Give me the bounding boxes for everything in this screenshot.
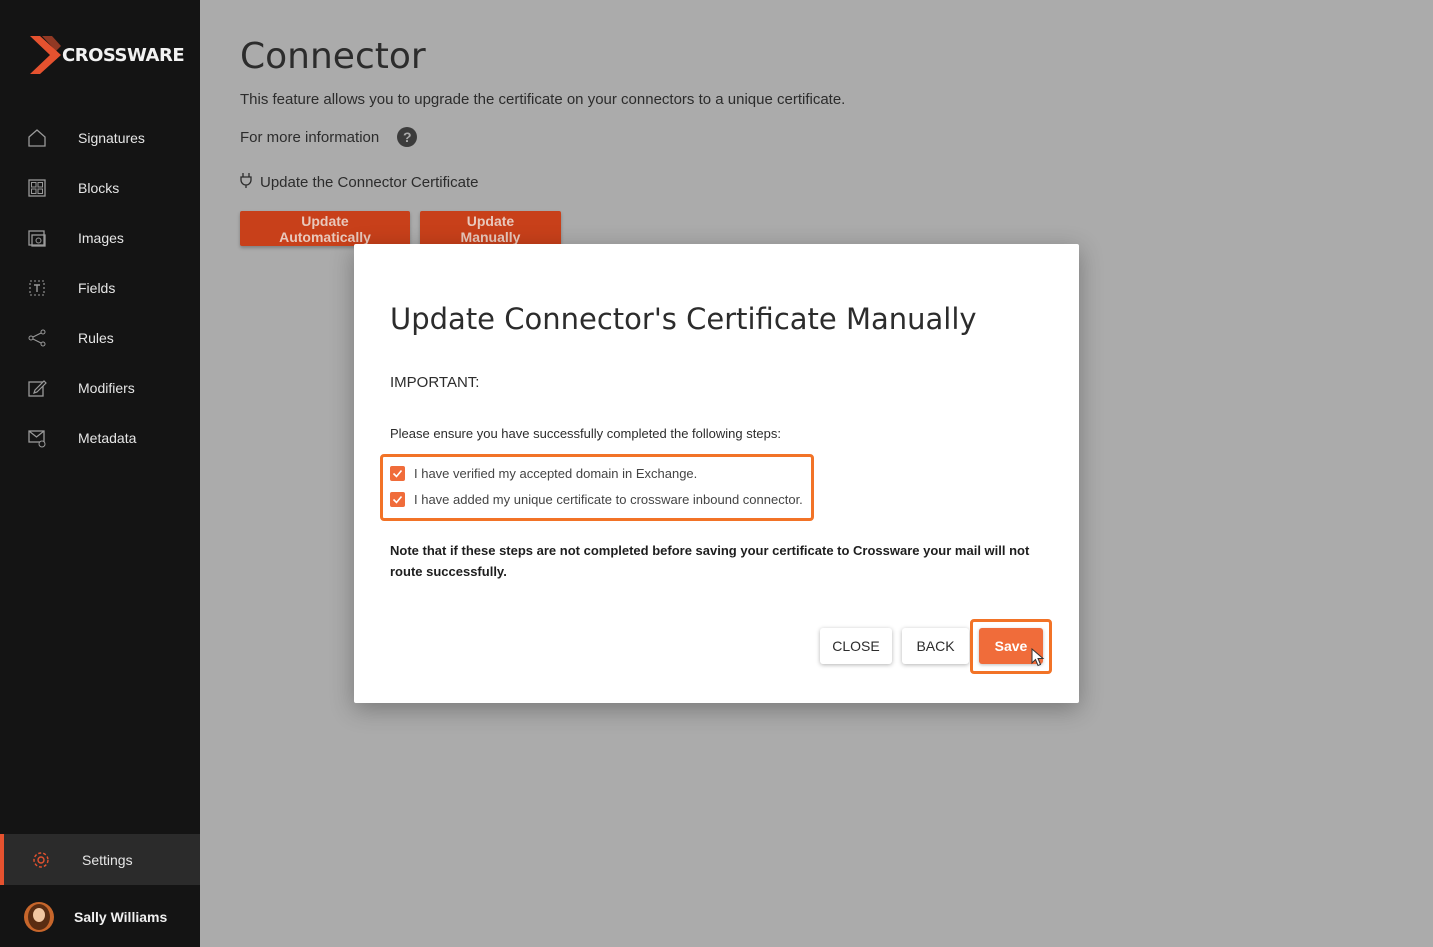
- checkbox-certificate-added[interactable]: I have added my unique certificate to cr…: [390, 492, 803, 507]
- sidebar-item-images[interactable]: Images: [0, 213, 200, 263]
- plug-icon: [240, 172, 252, 192]
- checklist-highlight: [380, 454, 814, 521]
- important-label: IMPORTANT:: [390, 374, 480, 391]
- rules-icon: [26, 327, 48, 349]
- sidebar-item-settings[interactable]: Settings: [0, 834, 200, 885]
- sidebar-nav: Signatures Blocks Images Fields Rules Mo…: [0, 113, 200, 463]
- page-title: Connector: [240, 36, 426, 77]
- sidebar-item-label: Signatures: [78, 130, 145, 146]
- more-info: For more information ?: [240, 127, 418, 147]
- sidebar-item-rules[interactable]: Rules: [0, 313, 200, 363]
- dialog-title: Update Connector's Certificate Manually: [390, 302, 977, 336]
- blocks-icon: [26, 177, 48, 199]
- user-name: Sally Williams: [74, 909, 168, 925]
- user-profile[interactable]: Sally Williams: [0, 895, 200, 939]
- close-button[interactable]: CLOSE: [820, 628, 892, 664]
- metadata-icon: [26, 427, 48, 449]
- page-description: This feature allows you to upgrade the c…: [240, 91, 846, 108]
- update-automatically-button[interactable]: Update Automatically: [240, 211, 410, 246]
- sidebar-item-blocks[interactable]: Blocks: [0, 163, 200, 213]
- sidebar: CROSSWARE Signatures Blocks Images Field…: [0, 0, 200, 947]
- sidebar-item-label: Fields: [78, 280, 116, 296]
- back-button[interactable]: BACK: [902, 628, 969, 664]
- crossware-logo[interactable]: CROSSWARE: [28, 34, 185, 76]
- warning-note: Note that if these steps are not complet…: [390, 543, 1030, 579]
- checkbox-label: I have verified my accepted domain in Ex…: [414, 466, 698, 481]
- modifiers-icon: [26, 377, 48, 399]
- more-info-label: For more information: [240, 128, 380, 146]
- section-label: Update the Connector Certificate: [260, 173, 479, 191]
- images-icon: [26, 227, 48, 249]
- section-heading: Update the Connector Certificate: [240, 172, 478, 192]
- sidebar-item-modifiers[interactable]: Modifiers: [0, 363, 200, 413]
- sidebar-item-signatures[interactable]: Signatures: [0, 113, 200, 163]
- sidebar-item-label: Settings: [82, 851, 133, 868]
- sidebar-item-label: Blocks: [78, 180, 120, 196]
- update-manually-button[interactable]: Update Manually: [420, 211, 561, 246]
- mouse-cursor-icon: [1031, 648, 1045, 667]
- sidebar-item-fields[interactable]: Fields: [0, 263, 200, 313]
- sidebar-item-label: Images: [78, 230, 124, 246]
- help-icon[interactable]: ?: [397, 127, 418, 147]
- sidebar-item-metadata[interactable]: Metadata: [0, 413, 200, 463]
- update-certificate-dialog: Update Connector's Certificate Manually …: [354, 244, 1079, 703]
- crossware-x-icon: [30, 36, 61, 74]
- checkbox-label: I have added my unique certificate to cr…: [414, 492, 803, 507]
- sidebar-item-label: Rules: [78, 330, 114, 346]
- fields-icon: [26, 277, 48, 299]
- checkbox-checked-icon[interactable]: [390, 492, 405, 507]
- gear-icon: [30, 849, 52, 871]
- checkbox-domain-verified[interactable]: I have verified my accepted domain in Ex…: [390, 466, 697, 481]
- sidebar-item-label: Metadata: [78, 430, 137, 446]
- brand-name: CROSSWARE: [62, 45, 185, 66]
- avatar: [24, 902, 54, 932]
- home-icon: [26, 127, 48, 149]
- ensure-text: Please ensure you have successfully comp…: [390, 426, 781, 441]
- checkbox-checked-icon[interactable]: [390, 466, 405, 481]
- sidebar-item-label: Modifiers: [78, 380, 135, 396]
